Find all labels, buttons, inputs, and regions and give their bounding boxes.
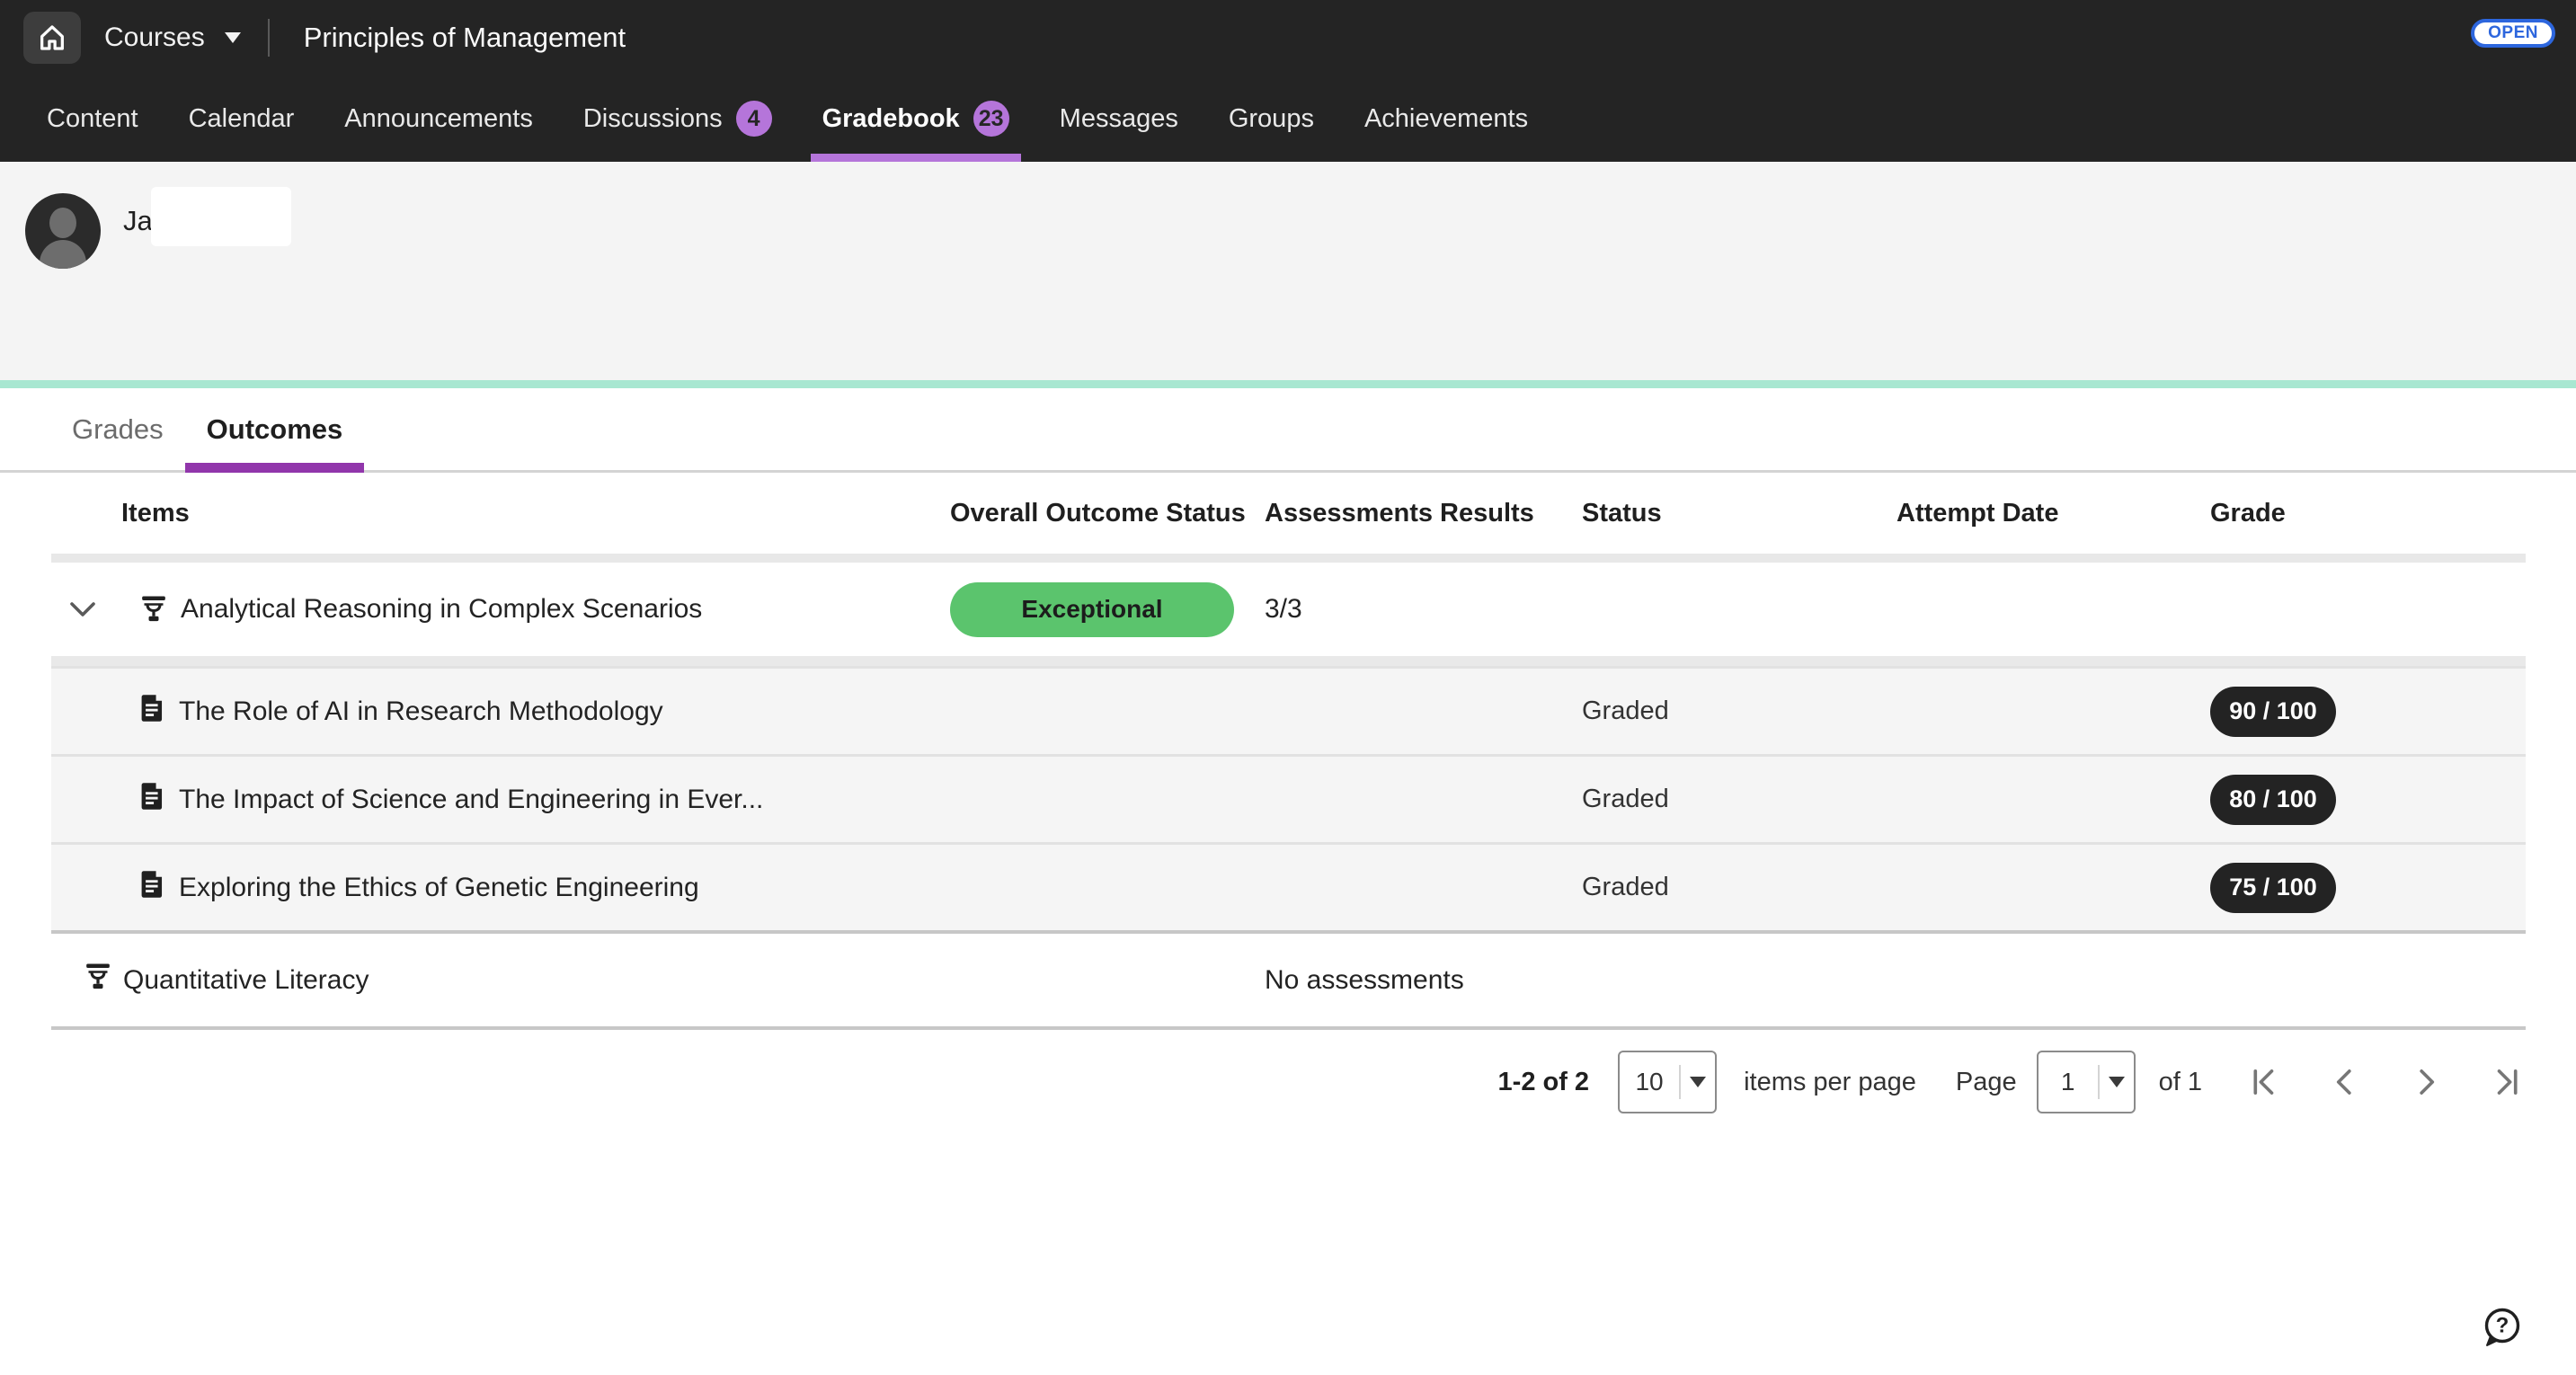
last-page-button[interactable] [2488,1063,2526,1101]
tab-grades[interactable]: Grades [50,388,185,470]
discussions-count-badge: 4 [736,101,772,137]
assessment-row: Exploring the Ethics of Genetic Engineer… [51,842,2526,930]
grade-badge: 90 / 100 [2210,687,2336,737]
outcome-group-row: Analytical Reasoning in Complex Scenario… [51,563,2526,656]
nav-item-calendar[interactable]: Calendar [177,75,306,162]
last-page-icon [2492,1067,2522,1097]
overall-status-badge: Exceptional [950,582,1234,637]
items-per-page-value: 10 [1620,1052,1679,1112]
topbar-divider [268,19,270,57]
nav-item-groups[interactable]: Groups [1217,75,1326,162]
assessment-title: The Role of AI in Research Methodology [179,696,663,727]
page-number-select[interactable]: 1 [2037,1051,2136,1113]
chevron-left-icon [2330,1067,2360,1097]
assessment-status: Graded [1582,696,1896,726]
grade-badge: 75 / 100 [2210,863,2336,913]
col-header-grade: Grade [2210,499,2526,528]
home-icon [37,22,67,53]
courses-dropdown[interactable]: Courses [104,22,241,53]
table-bottom-border [51,1026,2526,1030]
top-bar: Courses Principles of Management OPEN [0,0,2576,75]
nav-item-gradebook[interactable]: Gradebook 23 [811,75,1021,162]
goblet-icon [85,962,111,998]
chevron-down-icon [1690,1077,1706,1087]
course-title: Principles of Management [304,22,626,54]
col-header-overall-outcome-status: Overall Outcome Status [950,499,1265,528]
assessments-results-value: 3/3 [1265,594,1582,625]
nav-item-discussions[interactable]: Discussions 4 [572,75,784,162]
help-button[interactable]: ? [2481,1306,2524,1349]
page-count-label: of 1 [2159,1068,2202,1097]
page-number-value: 1 [2039,1052,2098,1112]
teal-accent-line [0,380,2576,388]
collapse-chevron-down-icon[interactable] [69,600,96,618]
redacted-name-overlay [151,187,291,246]
gradebook-tabs: Grades Outcomes [0,388,2576,473]
assessments-results-value: No assessments [1265,965,1582,996]
course-nav-bar: Content Calendar Announcements Discussio… [0,75,2576,162]
assessment-row: The Role of AI in Research Methodology G… [51,666,2526,754]
outcomes-table: Items Overall Outcome Status Assessments… [51,473,2526,1030]
items-range-label: 1-2 of 2 [1498,1068,1590,1097]
goblet-icon [141,595,168,624]
assessment-title: The Impact of Science and Engineering in… [179,785,763,815]
chevron-down-icon [225,32,241,43]
gradebook-outcomes-page: Courses Principles of Management OPEN Co… [0,0,2576,1375]
outcome-title: Analytical Reasoning in Complex Scenario… [181,594,702,625]
col-header-attempt-date: Attempt Date [1896,499,2210,528]
open-status-badge: OPEN [2471,19,2555,48]
row-separator [51,656,2526,666]
outcome-group-row: Quantitative Literacy No assessments [51,934,2526,1026]
previous-page-button[interactable] [2326,1063,2364,1101]
document-icon [141,870,164,906]
gradebook-count-badge: 23 [973,101,1009,137]
page-label: Page [1956,1068,2017,1097]
assessment-status: Graded [1582,785,1896,814]
nav-item-content[interactable]: Content [35,75,150,162]
help-question-bubble-icon: ? [2481,1306,2524,1349]
next-page-button[interactable] [2407,1063,2445,1101]
items-per-page-label: items per page [1744,1068,1916,1097]
first-page-button[interactable] [2245,1063,2283,1101]
grade-badge: 80 / 100 [2210,775,2336,825]
assessment-title: Exploring the Ethics of Genetic Engineer… [179,873,699,903]
assessment-status: Graded [1582,873,1896,902]
first-page-icon [2249,1067,2279,1097]
document-icon [141,694,164,730]
home-button[interactable] [23,12,81,64]
chevron-right-icon [2411,1067,2441,1097]
student-banner: Jax [0,162,2576,388]
assessment-row: The Impact of Science and Engineering in… [51,754,2526,842]
document-icon [141,782,164,818]
pagination-bar: 1-2 of 2 10 items per page Page 1 of 1 [51,1050,2526,1114]
avatar [25,193,101,269]
nav-item-messages[interactable]: Messages [1048,75,1190,162]
col-header-assessments-results: Assessments Results [1265,499,1582,528]
nav-item-achievements[interactable]: Achievements [1353,75,1540,162]
chevron-down-icon [2109,1077,2125,1087]
table-header-row: Items Overall Outcome Status Assessments… [51,473,2526,563]
outcome-title: Quantitative Literacy [123,965,369,996]
tab-outcomes[interactable]: Outcomes [185,388,365,470]
nav-item-announcements[interactable]: Announcements [333,75,545,162]
svg-text:?: ? [2496,1314,2509,1338]
col-header-status: Status [1582,499,1896,528]
items-per-page-select[interactable]: 10 [1618,1051,1717,1113]
col-header-items: Items [51,499,950,528]
courses-label: Courses [104,22,205,53]
